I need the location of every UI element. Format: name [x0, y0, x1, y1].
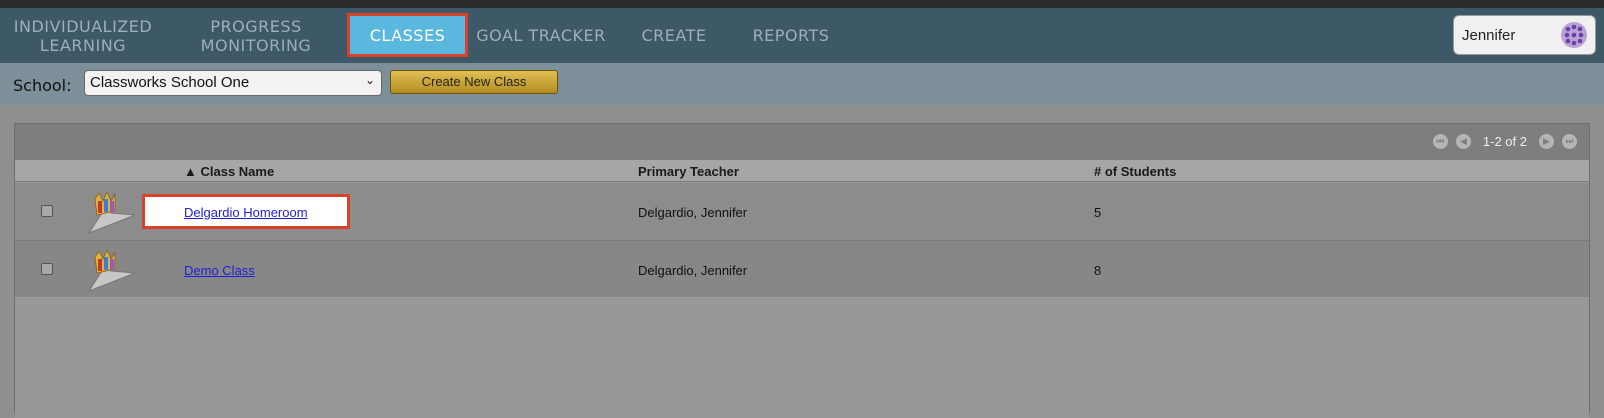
teacher-cell: Delgardio, Jennifer: [638, 205, 748, 220]
tab-label-line2: MONITORING: [200, 35, 312, 55]
tab-goal-tracker[interactable]: GOAL TRACKER: [474, 8, 608, 63]
table-header: ▲ Class Name Primary Teacher # of Studen…: [15, 160, 1589, 182]
top-strip: [0, 0, 1604, 8]
school-select-value: Classworks School One: [90, 74, 250, 91]
tab-create[interactable]: CREATE: [634, 8, 714, 63]
students-cell: 5: [1094, 205, 1102, 220]
class-icon: [87, 191, 136, 235]
user-name: Jennifer: [1462, 26, 1516, 44]
tab-label: GOAL TRACKER: [476, 26, 606, 45]
pager: ⏮ ◀ 1-2 of 2 ▶ ⏭: [1432, 134, 1577, 149]
tab-progress-monitoring[interactable]: PROGRESS MONITORING: [186, 8, 326, 63]
school-toolbar: School: Classworks School One ⌄ Create N…: [0, 63, 1604, 105]
main-content: ⏮ ◀ 1-2 of 2 ▶ ⏭ ▲ Class Name Primary Te…: [0, 105, 1604, 418]
tab-label-line2: LEARNING: [39, 35, 127, 55]
school-select[interactable]: Classworks School One ⌄: [84, 70, 382, 96]
prev-page-icon[interactable]: ◀: [1455, 134, 1471, 149]
column-header-class-name[interactable]: ▲ Class Name: [184, 164, 274, 179]
class-name-link[interactable]: Delgardio Homeroom: [184, 205, 308, 220]
row-checkbox[interactable]: [41, 205, 53, 217]
chevron-down-icon: ⌄: [364, 73, 375, 87]
tab-label-line1: PROGRESS: [210, 16, 302, 36]
tab-classes[interactable]: CLASSES: [347, 13, 468, 57]
last-page-icon[interactable]: ⏭: [1562, 134, 1577, 149]
column-header-primary-teacher[interactable]: Primary Teacher: [638, 164, 739, 179]
tab-reports[interactable]: REPORTS: [745, 8, 837, 63]
next-page-icon[interactable]: ▶: [1539, 134, 1554, 149]
avatar-icon: [1561, 22, 1587, 48]
table-row: Delgardio Homeroom Delgardio, Jennifer 5: [15, 183, 1589, 240]
tab-label: REPORTS: [752, 26, 830, 45]
table-row: Demo Class Delgardio, Jennifer 8: [15, 240, 1589, 297]
students-cell: 8: [1094, 263, 1102, 278]
teacher-cell: Delgardio, Jennifer: [638, 263, 748, 278]
user-menu-button[interactable]: Jennifer: [1453, 15, 1596, 55]
main-nav: INDIVIDUALIZED LEARNING PROGRESS MONITORIN…: [0, 8, 1604, 63]
first-page-icon[interactable]: ⏮: [1432, 134, 1448, 149]
classes-panel: ⏮ ◀ 1-2 of 2 ▶ ⏭ ▲ Class Name Primary Te…: [14, 123, 1590, 418]
create-new-class-button[interactable]: Create New Class: [390, 70, 558, 94]
tab-label: CLASSES: [369, 25, 446, 45]
column-header-num-students[interactable]: # of Students: [1094, 164, 1176, 179]
tab-label-line1: INDIVIDUALIZED: [13, 16, 153, 36]
tab-label: CREATE: [641, 26, 707, 45]
class-icon: [87, 249, 136, 293]
tab-individualized-learning[interactable]: INDIVIDUALIZED LEARNING: [8, 8, 158, 63]
panel-header: ⏮ ◀ 1-2 of 2 ▶ ⏭: [15, 124, 1589, 160]
class-name-link[interactable]: Demo Class: [184, 263, 255, 278]
school-label: School:: [13, 76, 72, 95]
pager-text: 1-2 of 2: [1482, 134, 1527, 149]
empty-table-area: [15, 298, 1589, 418]
row-checkbox[interactable]: [41, 263, 53, 275]
